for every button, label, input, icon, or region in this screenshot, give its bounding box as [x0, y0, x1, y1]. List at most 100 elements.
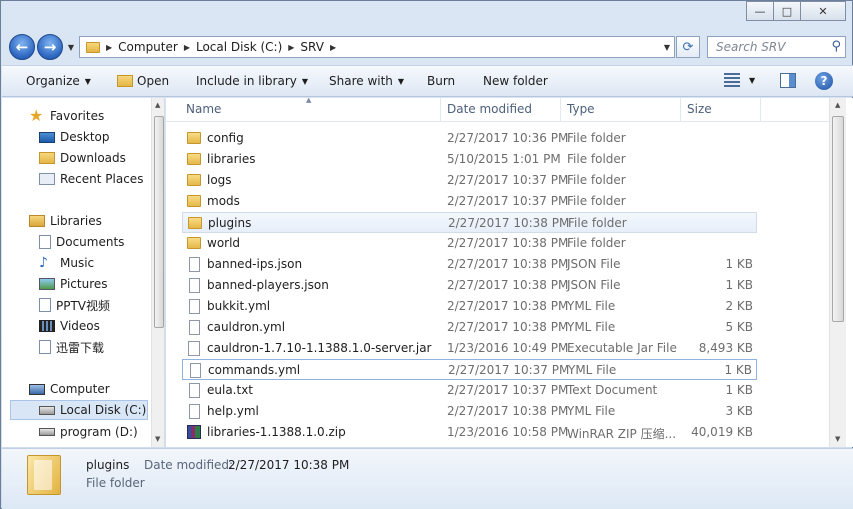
address-dropdown-icon[interactable]: ▼	[664, 43, 670, 52]
column-divider[interactable]	[680, 98, 681, 122]
share-with-button[interactable]: Share with ▼	[329, 74, 404, 88]
sidebar-item-libraries[interactable]: Libraries	[29, 211, 102, 231]
sidebar-item-computer[interactable]: Computer	[29, 379, 110, 399]
file-row[interactable]: commands.yml 2/27/2017 10:37 PM YML File 1 …	[182, 359, 757, 380]
file-row[interactable]: eula.txt 2/27/2017 10:37 PM Text Document 1…	[182, 380, 757, 401]
file-row[interactable]: mods 2/27/2017 10:37 PM File folder	[182, 191, 757, 212]
sidebar-item-favorites[interactable]: ★ Favorites	[29, 106, 104, 126]
chevron-right-icon[interactable]: ▶	[106, 43, 112, 52]
file-date-modified: 2/27/2017 10:38 PM	[447, 236, 569, 250]
file-row[interactable]: banned-ips.json 2/27/2017 10:38 PM JSON Fi…	[182, 254, 757, 275]
column-type[interactable]: Type	[567, 102, 595, 116]
maximize-button[interactable]: □	[773, 1, 801, 21]
file-row[interactable]: cauldron.yml 2/27/2017 10:38 PM YML File 5 …	[182, 317, 757, 338]
scrollbar-thumb[interactable]	[832, 116, 844, 322]
scroll-up-icon[interactable]: ▲	[835, 101, 840, 109]
column-name[interactable]: Name	[186, 102, 221, 116]
file-row[interactable]: libraries-1.1388.1.0.zip 1/23/2016 10:58 …	[182, 422, 757, 443]
scrollbar-thumb[interactable]	[154, 116, 164, 328]
close-button[interactable]: ✕	[800, 1, 846, 21]
column-size[interactable]: Size	[687, 102, 712, 116]
column-divider[interactable]	[440, 98, 441, 122]
column-divider[interactable]	[560, 98, 561, 122]
scroll-down-icon[interactable]: ▼	[155, 435, 160, 443]
file-name: eula.txt	[207, 383, 254, 397]
sidebar-scrollbar[interactable]: ▲ ▼	[151, 98, 164, 447]
sidebar-item-label: Videos	[60, 319, 100, 333]
navigation-pane: ★ Favorites Desktop Downloads Recent Pla…	[2, 98, 165, 447]
sidebar-item-pptv[interactable]: PPTV视频	[39, 295, 110, 315]
include-label: Include in library	[196, 74, 297, 88]
scroll-down-icon[interactable]: ▼	[835, 435, 840, 443]
organize-button[interactable]: Organize ▼	[26, 74, 91, 88]
file-name: logs	[207, 173, 232, 187]
minimize-button[interactable]: —	[746, 1, 774, 21]
document-icon	[189, 404, 200, 419]
sidebar-item-local-disk-c[interactable]: Local Disk (C:)	[10, 400, 148, 420]
chevron-down-icon: ▼	[301, 76, 309, 86]
scroll-up-icon[interactable]: ▲	[155, 101, 160, 109]
sidebar-item-label: Local Disk (C:)	[60, 403, 147, 417]
burn-button[interactable]: Burn	[427, 74, 455, 88]
selected-item-name: plugins	[86, 458, 130, 472]
back-button[interactable]: ←	[9, 34, 35, 60]
file-list-scrollbar[interactable]: ▲ ▼	[829, 98, 846, 447]
file-row[interactable]: bukkit.yml 2/27/2017 10:38 PM YML File 2 KB	[182, 296, 757, 317]
address-bar[interactable]: ▶ Computer ▶ Local Disk (C:) ▶ SRV ▶ ▼	[79, 36, 675, 58]
sidebar-item-label: Computer	[50, 382, 110, 396]
file-date-modified: 5/10/2015 1:01 PM	[447, 152, 561, 166]
file-size: 40,019 KB	[691, 425, 753, 439]
search-icon[interactable]: ⚲	[831, 39, 841, 54]
open-button[interactable]: Open	[117, 74, 169, 88]
column-header: ▲ Name Date modified Type Size	[166, 98, 829, 122]
file-name: help.yml	[207, 404, 259, 418]
breadcrumb-local-disk[interactable]: Local Disk (C:)	[196, 40, 282, 54]
file-row[interactable]: libraries 5/10/2015 1:01 PM File folder	[182, 149, 757, 170]
file-row[interactable]: plugins 2/27/2017 10:38 PM File folder	[182, 212, 757, 233]
column-date-modified[interactable]: Date modified	[447, 102, 532, 116]
help-icon[interactable]: ?	[815, 72, 833, 90]
burn-label: Burn	[427, 74, 456, 88]
music-icon: ♪	[39, 255, 48, 271]
file-row[interactable]: banned-players.json 2/27/2017 10:38 PM JSO…	[182, 275, 757, 296]
file-row[interactable]: config 2/27/2017 10:36 PM File folder	[182, 128, 757, 149]
selected-item-type: File folder	[86, 476, 145, 490]
sidebar-item-videos[interactable]: Videos	[39, 316, 100, 336]
file-row[interactable]: world 2/27/2017 10:38 PM File folder	[182, 233, 757, 254]
view-dropdown-icon[interactable]: ▼	[749, 76, 755, 85]
preview-pane-icon[interactable]	[780, 73, 796, 88]
chevron-right-icon[interactable]: ▶	[288, 43, 294, 52]
forward-button[interactable]: →	[37, 34, 63, 60]
breadcrumb-srv[interactable]: SRV	[300, 40, 324, 54]
sidebar-item-music[interactable]: ♪ Music	[39, 253, 94, 273]
file-name: mods	[207, 194, 240, 208]
new-folder-button[interactable]: New folder	[483, 74, 548, 88]
view-options-icon[interactable]	[724, 73, 740, 87]
sidebar-item-program-d[interactable]: program (D:)	[39, 422, 138, 442]
sidebar-item-documents[interactable]: Documents	[39, 232, 124, 252]
breadcrumb-computer[interactable]: Computer	[118, 40, 178, 54]
file-row[interactable]: cauldron-1.7.10-1.1388.1.0-server.jar 1/2…	[182, 338, 757, 359]
chevron-right-icon[interactable]: ▶	[184, 43, 190, 52]
chevron-right-icon[interactable]: ▶	[330, 43, 336, 52]
share-label: Share with	[329, 74, 393, 88]
sidebar-item-recent-places[interactable]: Recent Places	[39, 169, 143, 189]
folder-icon	[187, 153, 201, 165]
sidebar-item-desktop[interactable]: Desktop	[39, 127, 110, 147]
sidebar-item-downloads[interactable]: Downloads	[39, 148, 126, 168]
file-type: WinRAR ZIP 压缩...	[567, 427, 677, 441]
file-date-modified: 2/27/2017 10:38 PM	[447, 299, 569, 313]
sidebar-item-pictures[interactable]: Pictures	[39, 274, 108, 294]
file-date-modified: 2/27/2017 10:38 PM	[447, 404, 569, 418]
search-input[interactable]: Search SRV ⚲	[707, 36, 846, 58]
file-row[interactable]: logs 2/27/2017 10:37 PM File folder	[182, 170, 757, 191]
open-label: Open	[137, 74, 170, 88]
recent-pages-dropdown-icon[interactable]: ▼	[65, 43, 77, 52]
file-row[interactable]: help.yml 2/27/2017 10:38 PM YML File 3 KB	[182, 401, 757, 422]
sidebar-item-xunlei[interactable]: 迅雷下载	[39, 337, 104, 357]
file-date-modified: 2/27/2017 10:38 PM	[447, 320, 569, 334]
column-divider[interactable]	[760, 98, 761, 122]
include-in-library-button[interactable]: Include in library ▼	[196, 74, 308, 88]
refresh-icon[interactable]: ⟳	[676, 36, 700, 58]
sidebar-item-label: PPTV视频	[56, 298, 111, 313]
